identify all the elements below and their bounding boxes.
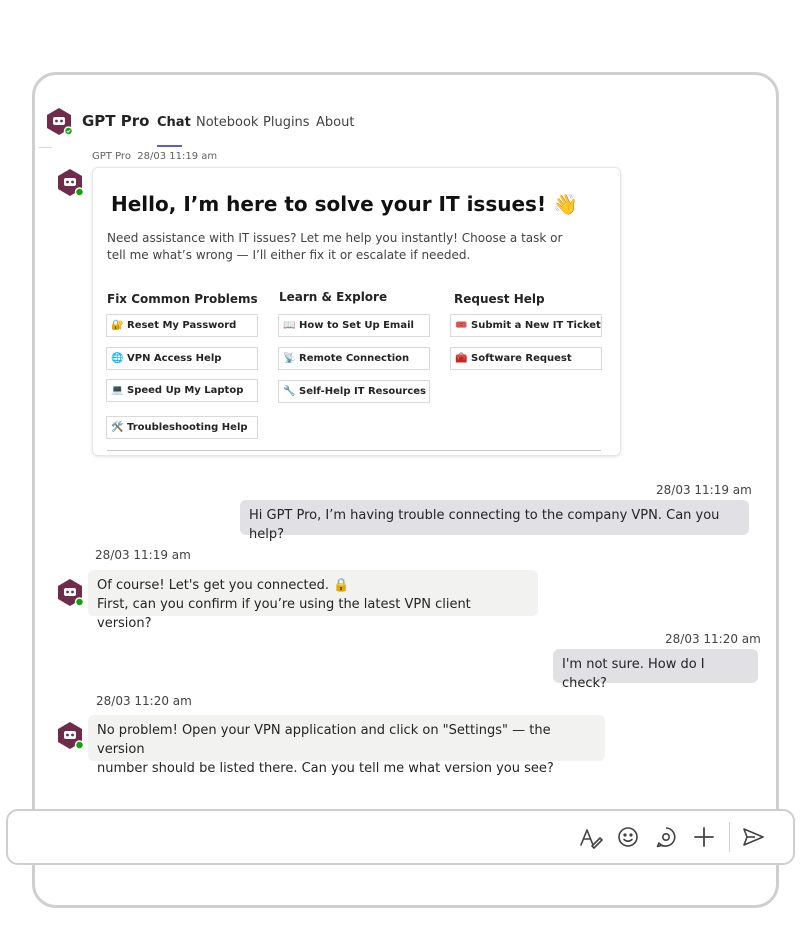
- laptop-icon: 💻: [111, 385, 124, 396]
- bot-message: No problem! Open your VPN application an…: [88, 715, 605, 776]
- satellite-icon: 📡: [283, 353, 296, 364]
- card-sender: GPT Pro: [92, 151, 131, 162]
- message-time: 28/03 11:20 am: [96, 694, 192, 708]
- app-avatar: [45, 107, 74, 136]
- message-time: 28/03 11:19 am: [656, 483, 752, 497]
- message-input[interactable]: [22, 821, 572, 855]
- speed-up-laptop-button[interactable]: 💻 Speed Up My Laptop: [106, 379, 258, 402]
- tab-notebook[interactable]: Notebook: [196, 115, 258, 130]
- app-name: GPT Pro: [82, 112, 150, 130]
- card-time: 28/03 11:19 am: [137, 151, 218, 162]
- card-divider: [107, 450, 601, 451]
- column-heading-fix: Fix Common Problems: [107, 292, 258, 306]
- lock-key-icon: 🔐: [111, 320, 124, 331]
- remote-connection-button[interactable]: 📡 Remote Connection: [278, 347, 430, 370]
- card-description: Need assistance with IT issues? Let me h…: [107, 231, 563, 262]
- user-message: Hi GPT Pro, I’m having trouble connectin…: [240, 500, 749, 542]
- active-tab-indicator: [157, 145, 182, 147]
- message-time: 28/03 11:20 am: [665, 632, 761, 646]
- card-meta: GPT Pro 28/03 11:19 am: [92, 151, 217, 162]
- globe-icon: 🌐: [111, 353, 124, 364]
- bot-avatar: [56, 721, 86, 751]
- ticket-icon: 🎟️: [455, 320, 468, 331]
- tab-about[interactable]: About: [316, 115, 354, 130]
- send-icon[interactable]: [741, 825, 767, 851]
- tools-icon: 🛠️: [111, 422, 124, 433]
- composer-divider: [729, 822, 730, 852]
- book-icon: 📖: [283, 320, 296, 331]
- vpn-access-help-button[interactable]: 🌐 VPN Access Help: [106, 347, 258, 370]
- reset-password-button[interactable]: 🔐 Reset My Password: [106, 314, 258, 337]
- bot-avatar: [56, 578, 86, 608]
- loop-icon[interactable]: [654, 825, 680, 851]
- setup-email-button[interactable]: 📖 How to Set Up Email: [278, 314, 430, 337]
- tab-chat[interactable]: Chat: [157, 115, 191, 130]
- add-icon[interactable]: [692, 825, 718, 851]
- bot-message: Of course! Let's get you connected. 🔒 Fi…: [88, 570, 538, 631]
- wrench-icon: 🔧: [283, 386, 296, 397]
- header-divider: [38, 147, 52, 148]
- toolbox-icon: 🧰: [455, 353, 468, 364]
- column-heading-learn: Learn & Explore: [279, 290, 388, 304]
- emoji-icon[interactable]: [616, 825, 642, 851]
- format-icon[interactable]: [578, 825, 604, 851]
- user-message: I'm not sure. How do I check?: [553, 649, 758, 691]
- troubleshooting-help-button[interactable]: 🛠️ Troubleshooting Help: [106, 416, 258, 439]
- welcome-card: Hello, I’m here to solve your IT issues!…: [92, 167, 621, 456]
- tab-plugins[interactable]: Plugins: [263, 115, 310, 130]
- card-title: Hello, I’m here to solve your IT issues!…: [111, 192, 578, 216]
- self-help-resources-button[interactable]: 🔧 Self-Help IT Resources: [278, 380, 430, 403]
- bot-avatar: [56, 168, 86, 198]
- submit-ticket-button[interactable]: 🎟️ Submit a New IT Ticket: [450, 314, 602, 337]
- software-request-button[interactable]: 🧰 Software Request: [450, 347, 602, 370]
- message-time: 28/03 11:19 am: [95, 548, 191, 562]
- column-heading-request: Request Help: [454, 292, 545, 306]
